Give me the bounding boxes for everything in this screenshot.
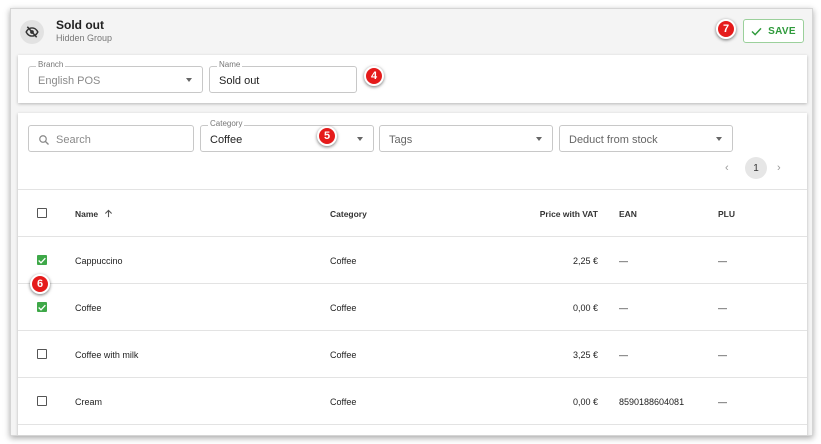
deduct-placeholder: Deduct from stock xyxy=(569,134,658,146)
row-name[interactable]: Coffee with milk xyxy=(75,350,138,361)
page-subtitle: Hidden Group xyxy=(56,33,113,43)
check-icon xyxy=(751,27,762,36)
row-ean: — xyxy=(619,350,628,360)
annotation-marker-5: 5 xyxy=(317,126,337,146)
group-settings-card: Branch English POS Name Sold out xyxy=(18,55,807,103)
row-ean: — xyxy=(619,256,628,266)
chevron-right-icon[interactable]: › xyxy=(777,162,781,174)
branch-label: Branch xyxy=(36,60,66,70)
row-category: Coffee xyxy=(330,256,357,266)
deduct-stock-filter[interactable]: Deduct from stock xyxy=(559,125,733,152)
dialog-window: Sold out Hidden Group SAVE Branch Englis… xyxy=(10,8,813,436)
column-header-name-label: Name xyxy=(75,209,99,219)
row-category: Coffee xyxy=(330,303,357,313)
row-category: Coffee xyxy=(330,397,357,407)
row-name[interactable]: Cream xyxy=(75,397,102,408)
row-price: 0,00 € xyxy=(572,303,598,313)
column-header-plu[interactable]: PLU xyxy=(718,209,735,220)
column-header-name[interactable]: Name xyxy=(75,209,113,220)
divider xyxy=(18,283,807,284)
chevron-left-icon[interactable]: ‹ xyxy=(725,162,729,174)
row-price: 0,00 € xyxy=(572,397,598,407)
row-checkbox[interactable] xyxy=(37,302,47,312)
row-plu: — xyxy=(718,256,727,266)
check-icon xyxy=(38,304,46,311)
name-value: Sold out xyxy=(219,75,260,87)
header-bar: Sold out Hidden Group SAVE xyxy=(11,9,812,55)
select-all-checkbox[interactable] xyxy=(37,208,47,218)
category-filter-value: Coffee xyxy=(210,134,243,146)
row-checkbox[interactable] xyxy=(37,396,47,406)
tags-placeholder: Tags xyxy=(389,134,413,146)
divider xyxy=(18,189,807,190)
chevron-down-icon xyxy=(536,137,542,141)
row-plu: — xyxy=(718,397,727,407)
divider xyxy=(18,330,807,331)
arrow-up-icon xyxy=(104,209,112,218)
divider xyxy=(18,236,807,237)
row-checkbox[interactable] xyxy=(37,255,47,265)
annotation-marker-7: 7 xyxy=(716,19,736,39)
row-checkbox[interactable] xyxy=(37,349,47,359)
name-field[interactable]: Name Sold out xyxy=(209,60,357,93)
chevron-down-icon xyxy=(357,137,363,141)
visibility-toggle[interactable] xyxy=(20,20,44,44)
row-name[interactable]: Coffee xyxy=(75,303,101,314)
annotation-marker-6: 6 xyxy=(30,274,50,294)
category-filter[interactable]: Category Coffee xyxy=(200,119,374,152)
save-button-label: SAVE xyxy=(768,25,796,37)
check-icon xyxy=(38,257,46,264)
row-price: 2,25 € xyxy=(572,256,598,266)
eye-off-icon xyxy=(25,26,39,38)
page-title: Sold out xyxy=(56,18,104,32)
row-ean: — xyxy=(619,303,628,313)
search-icon xyxy=(39,135,49,145)
column-header-price[interactable]: Price with VAT xyxy=(498,209,598,220)
row-plu: — xyxy=(718,303,727,313)
row-plu: — xyxy=(718,350,727,360)
row-price: 3,25 € xyxy=(572,350,598,360)
chevron-down-icon xyxy=(186,78,192,82)
save-button[interactable]: SAVE xyxy=(743,19,804,43)
branch-value: English POS xyxy=(38,75,101,87)
row-category: Coffee xyxy=(330,350,357,360)
chevron-down-icon xyxy=(716,137,722,141)
products-card: Search Category Coffee Tags Deduct from … xyxy=(18,113,807,435)
column-header-category[interactable]: Category xyxy=(330,209,367,220)
row-ean: 8590188604081 xyxy=(619,397,685,407)
name-label: Name xyxy=(217,60,243,70)
search-placeholder: Search xyxy=(56,134,91,146)
row-name[interactable]: Cappuccino xyxy=(75,256,123,267)
annotation-marker-4: 4 xyxy=(364,66,384,86)
title-block: Sold out Hidden Group xyxy=(56,18,112,44)
search-input[interactable]: Search xyxy=(28,125,194,152)
divider xyxy=(18,424,807,425)
category-filter-label: Category xyxy=(208,119,245,129)
branch-select[interactable]: Branch English POS xyxy=(28,60,203,93)
column-header-ean[interactable]: EAN xyxy=(619,209,637,220)
tags-filter[interactable]: Tags xyxy=(379,125,553,152)
page-button[interactable]: 1 xyxy=(745,157,767,179)
divider xyxy=(18,377,807,378)
